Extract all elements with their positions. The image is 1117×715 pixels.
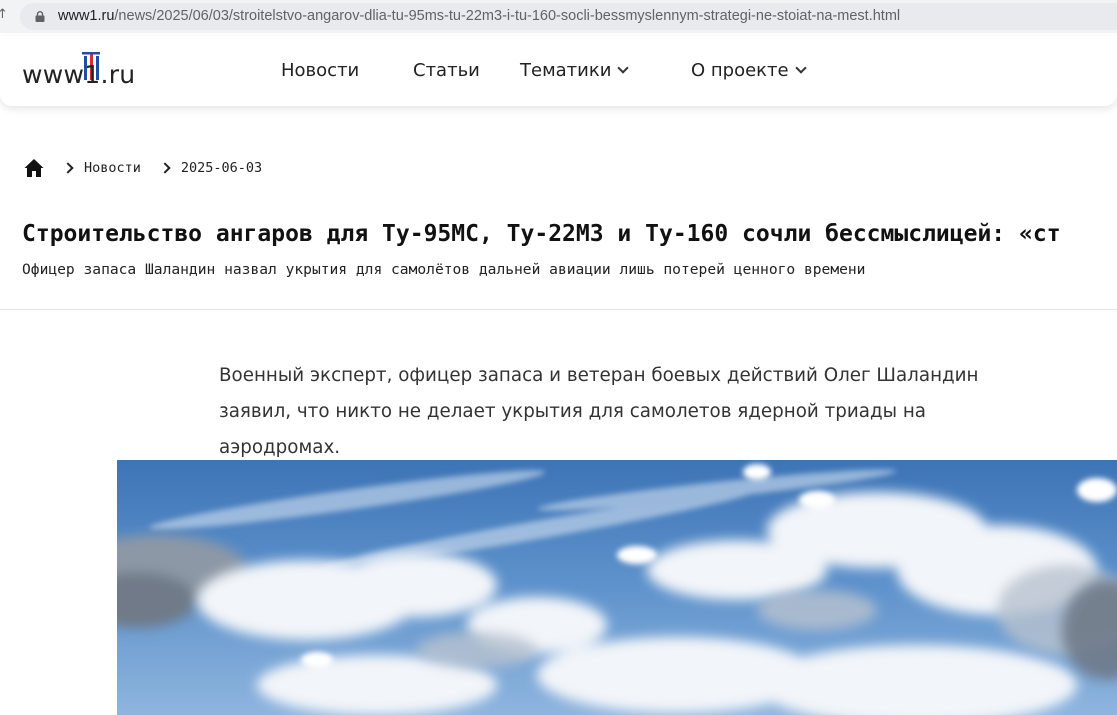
breadcrumb-section[interactable]: Новости [84,160,141,176]
article-photo [117,460,1117,715]
chevron-down-icon [617,62,630,74]
home-icon[interactable] [24,158,44,178]
article-title: Строительство ангаров для Ту-95МС, Ту-22… [22,221,1061,248]
url-path: /news/2025/06/03/stroitelstvo-angarov-dl… [114,8,901,24]
site-header: www1.ru Новости Статьи Тематики О проект… [0,36,1117,106]
nav-about-label: О проекте [691,60,789,81]
url-field[interactable]: www1.ru/news/2025/06/03/stroitelstvo-ang… [20,3,1117,30]
header-divider [0,309,1117,310]
browser-address-bar: ↑ www1.ru/news/2025/06/03/stroitelstvo-a… [0,0,1117,33]
chevron-right-icon [159,162,171,174]
url-text: www1.ru/news/2025/06/03/stroitelstvo-ang… [58,8,900,24]
article-lead: Военный эксперт, офицер запаса и ветеран… [219,365,979,458]
breadcrumb: Новости 2025-06-03 [24,157,262,179]
back-arrow-icon[interactable]: ↑ [0,7,8,22]
chevron-down-icon [794,62,807,74]
url-host: www1.ru [58,8,115,24]
sky-clouds-image [117,460,1117,715]
nav-about[interactable]: О проекте [691,60,807,81]
breadcrumb-date: 2025-06-03 [180,160,263,176]
article-subtitle: Офицер запаса Шаландин назвал укрытия дл… [22,261,866,278]
nav-topics-label: Тематики [520,60,612,81]
site-logo[interactable]: www1.ru [22,52,162,92]
nav-news[interactable]: Новости [281,60,359,81]
nav-topics[interactable]: Тематики [520,60,630,81]
chevron-right-icon [62,162,74,174]
lock-icon [35,11,45,22]
logo-text: www1.ru [22,60,136,89]
nav-articles[interactable]: Статьи [413,60,480,81]
